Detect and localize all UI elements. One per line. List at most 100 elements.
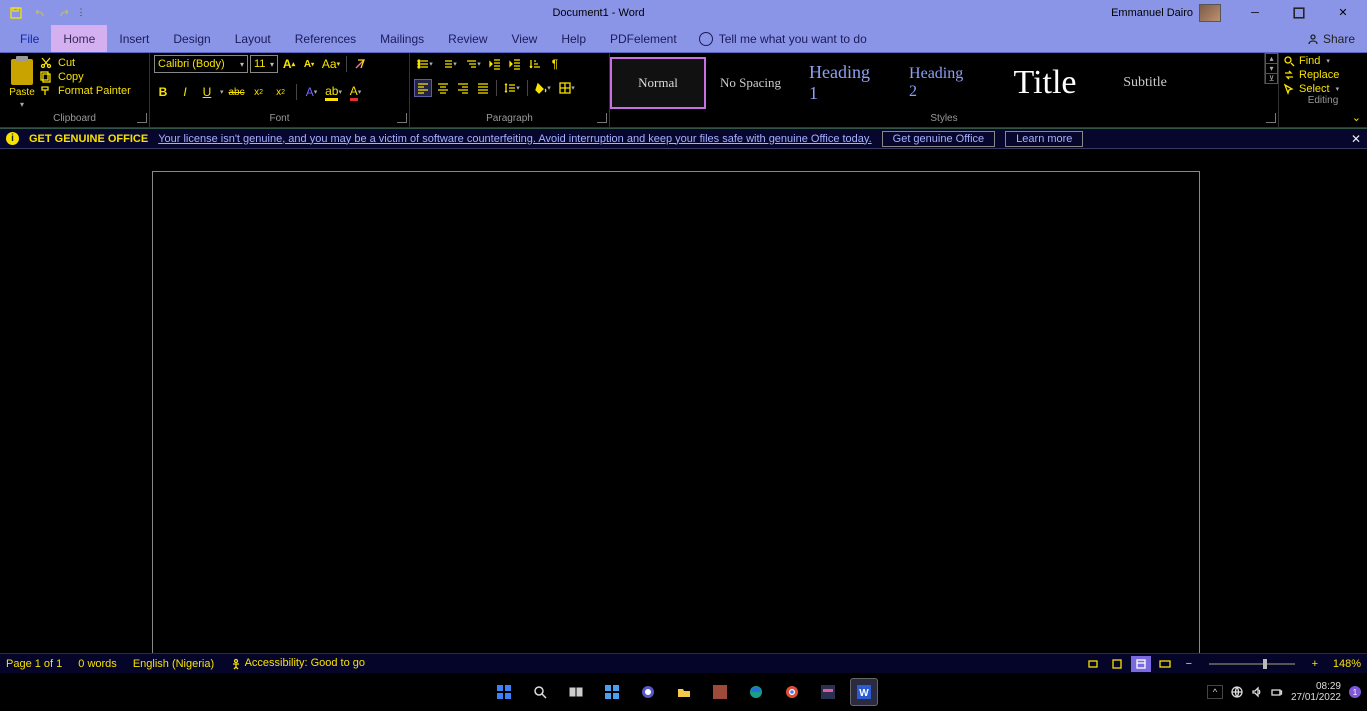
tab-view[interactable]: View xyxy=(500,25,550,52)
style-title[interactable]: Title xyxy=(985,57,1105,109)
tab-review[interactable]: Review xyxy=(436,25,499,52)
align-center-button[interactable] xyxy=(434,79,452,97)
font-name-combo[interactable]: Calibri (Body)▾ xyxy=(154,55,248,73)
numbering-button[interactable]: ▾ xyxy=(438,55,460,73)
superscript-button[interactable]: x2 xyxy=(272,83,290,101)
style-subtitle[interactable]: Subtitle xyxy=(1105,57,1185,109)
status-language[interactable]: English (Nigeria) xyxy=(133,658,214,670)
format-painter-button[interactable]: Format Painter xyxy=(40,85,131,97)
macro-indicator[interactable] xyxy=(1083,656,1103,672)
grow-font-button[interactable]: A▴ xyxy=(280,55,298,73)
select-button[interactable]: Select▾ xyxy=(1283,83,1365,95)
share-button[interactable]: Share xyxy=(1295,25,1367,52)
clear-formatting-button[interactable] xyxy=(351,55,369,73)
sort-button[interactable] xyxy=(526,55,544,73)
tab-help[interactable]: Help xyxy=(549,25,598,52)
web-layout-button[interactable] xyxy=(1155,656,1175,672)
ribbon-collapse-button[interactable]: ⌄ xyxy=(1352,111,1361,124)
subscript-button[interactable]: x2 xyxy=(250,83,268,101)
tab-pdfelement[interactable]: PDFelement xyxy=(598,25,689,52)
style-heading2[interactable]: Heading 2 xyxy=(895,57,985,109)
network-icon[interactable] xyxy=(1231,686,1243,698)
tell-me-search[interactable]: Tell me what you want to do xyxy=(699,25,867,52)
paragraph-launcher[interactable] xyxy=(597,113,607,123)
volume-icon[interactable] xyxy=(1251,686,1263,698)
task-view-button[interactable] xyxy=(562,678,590,706)
document-canvas[interactable] xyxy=(0,149,1367,653)
find-button[interactable]: Find▾ xyxy=(1283,55,1365,67)
font-color-button[interactable]: A▾ xyxy=(347,83,365,101)
app-icon-2[interactable] xyxy=(814,678,842,706)
notifications-badge[interactable]: 1 xyxy=(1349,686,1361,698)
learn-more-button[interactable]: Learn more xyxy=(1005,131,1083,147)
notice-message[interactable]: Your license isn't genuine, and you may … xyxy=(158,133,871,145)
style-normal[interactable]: Normal xyxy=(610,57,706,109)
print-layout-button[interactable] xyxy=(1131,656,1151,672)
shrink-font-button[interactable]: A▾ xyxy=(300,55,318,73)
minimize-button[interactable]: ─ xyxy=(1235,2,1275,24)
save-button[interactable] xyxy=(4,2,28,24)
explorer-icon[interactable] xyxy=(670,678,698,706)
tab-references[interactable]: References xyxy=(283,25,368,52)
tab-mailings[interactable]: Mailings xyxy=(368,25,436,52)
get-genuine-button[interactable]: Get genuine Office xyxy=(882,131,996,147)
notice-close-button[interactable]: ✕ xyxy=(1351,132,1361,146)
decrease-indent-button[interactable] xyxy=(486,55,504,73)
undo-button[interactable] xyxy=(28,2,52,24)
style-heading1[interactable]: Heading 1 xyxy=(795,57,895,109)
maximize-button[interactable] xyxy=(1279,2,1319,24)
highlight-button[interactable]: ab▾ xyxy=(325,83,343,101)
text-effects-button[interactable]: A▾ xyxy=(303,83,321,101)
edge-icon[interactable] xyxy=(742,678,770,706)
tab-design[interactable]: Design xyxy=(161,25,222,52)
justify-button[interactable] xyxy=(474,79,492,97)
tab-layout[interactable]: Layout xyxy=(223,25,283,52)
change-case-button[interactable]: Aa▾ xyxy=(320,55,342,73)
replace-button[interactable]: Replace xyxy=(1283,69,1365,81)
teams-icon[interactable] xyxy=(634,678,662,706)
search-button[interactable] xyxy=(526,678,554,706)
clipboard-launcher[interactable] xyxy=(137,113,147,123)
line-spacing-button[interactable]: ▾ xyxy=(501,79,523,97)
gallery-down[interactable]: ▾ xyxy=(1265,63,1278,73)
bold-button[interactable]: B xyxy=(154,83,172,101)
clock[interactable]: 08:29 27/01/2022 xyxy=(1291,681,1341,703)
tab-insert[interactable]: Insert xyxy=(107,25,161,52)
zoom-slider[interactable] xyxy=(1209,663,1295,665)
increase-indent-button[interactable] xyxy=(506,55,524,73)
qat-customize[interactable]: ⋮ xyxy=(76,2,86,24)
tray-overflow[interactable]: ^ xyxy=(1207,685,1223,699)
status-page[interactable]: Page 1 of 1 xyxy=(6,658,62,670)
align-right-button[interactable] xyxy=(454,79,472,97)
borders-button[interactable]: ▾ xyxy=(556,79,578,97)
font-size-combo[interactable]: 11▾ xyxy=(250,55,278,73)
strikethrough-button[interactable]: abc xyxy=(228,83,246,101)
start-button[interactable] xyxy=(490,678,518,706)
copy-button[interactable]: Copy xyxy=(40,71,131,83)
styles-launcher[interactable] xyxy=(1266,113,1276,123)
widgets-button[interactable] xyxy=(598,678,626,706)
shading-button[interactable]: ▾ xyxy=(532,79,554,97)
word-icon[interactable]: W xyxy=(850,678,878,706)
redo-button[interactable] xyxy=(52,2,76,24)
zoom-out-button[interactable]: − xyxy=(1179,656,1199,672)
page[interactable] xyxy=(152,171,1200,653)
paste-button[interactable]: Paste ▾ xyxy=(4,55,40,109)
font-launcher[interactable] xyxy=(397,113,407,123)
show-marks-button[interactable]: ¶ xyxy=(546,55,564,73)
battery-icon[interactable] xyxy=(1271,686,1283,698)
bullets-button[interactable]: ▾ xyxy=(414,55,436,73)
account-button[interactable]: Emmanuel Dairo xyxy=(1111,4,1221,22)
gallery-up[interactable]: ▴ xyxy=(1265,53,1278,63)
style-no-spacing[interactable]: No Spacing xyxy=(706,57,795,109)
status-words[interactable]: 0 words xyxy=(78,658,117,670)
app-icon-1[interactable] xyxy=(706,678,734,706)
align-left-button[interactable] xyxy=(414,79,432,97)
status-accessibility[interactable]: Accessibility: Good to go xyxy=(230,657,365,669)
tab-file[interactable]: File xyxy=(8,25,51,52)
focus-mode-button[interactable] xyxy=(1107,656,1127,672)
multilevel-list-button[interactable]: ▾ xyxy=(462,55,484,73)
gallery-more[interactable]: ⊻ xyxy=(1265,73,1278,84)
close-button[interactable]: ✕ xyxy=(1323,2,1363,24)
italic-button[interactable]: I xyxy=(176,83,194,101)
